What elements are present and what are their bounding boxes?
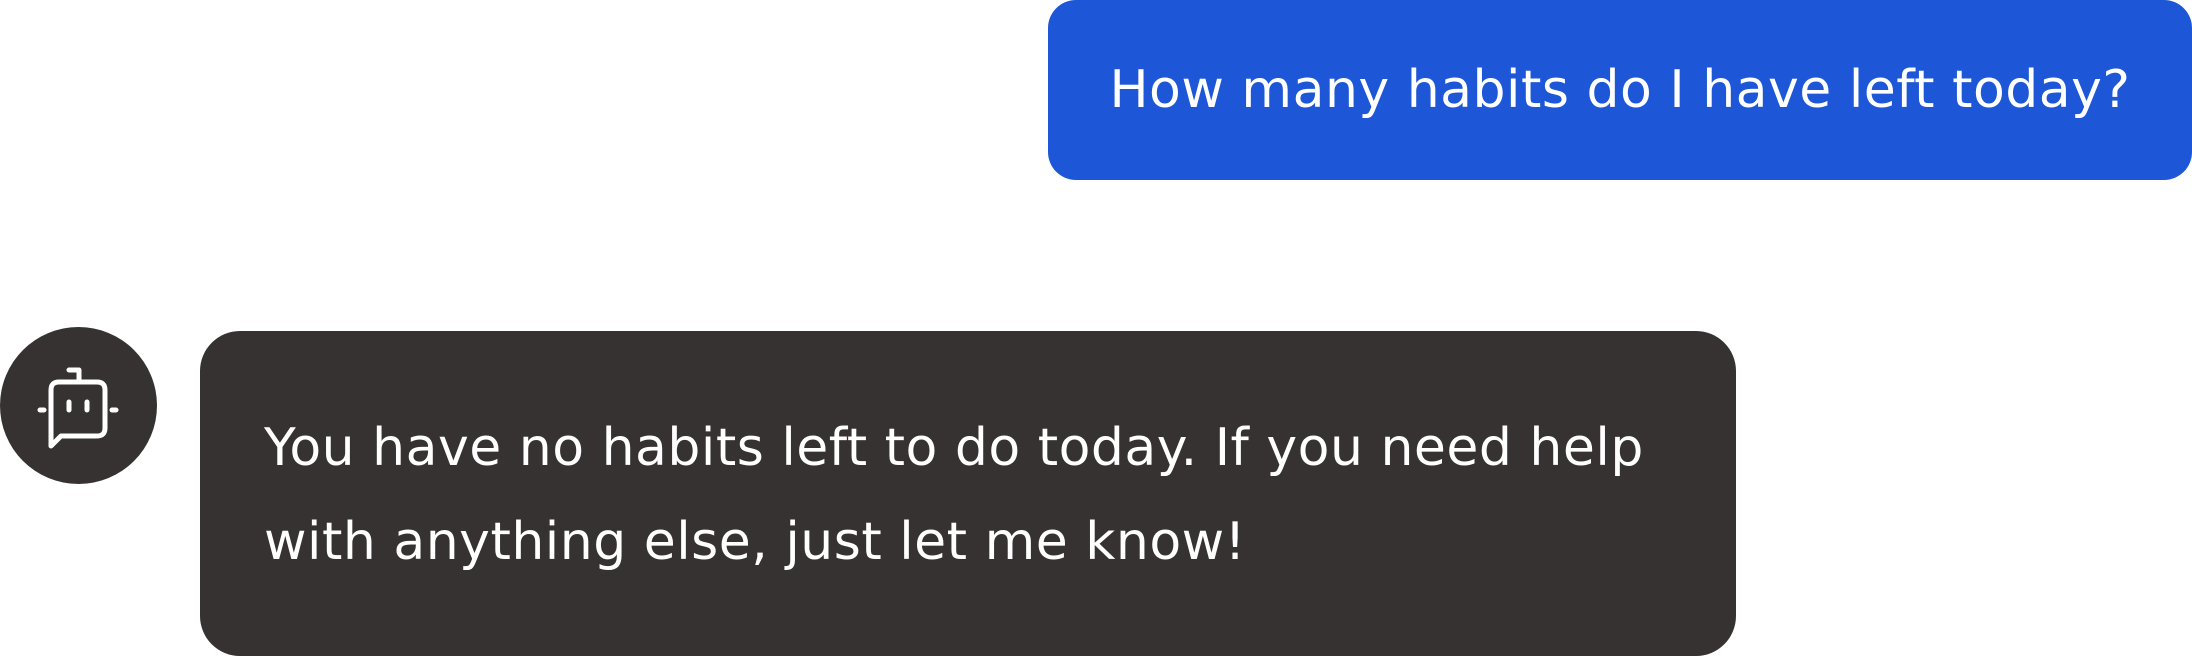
robot-chat-icon bbox=[37, 367, 118, 448]
chat-thread: How many habits do I have left today? Yo… bbox=[0, 0, 2192, 656]
user-message-text: How many habits do I have left today? bbox=[1109, 60, 2131, 120]
assistant-message-bubble: You have no habits left to do today. If … bbox=[200, 331, 1736, 656]
assistant-avatar bbox=[0, 327, 157, 484]
user-message-bubble: How many habits do I have left today? bbox=[1048, 0, 2192, 180]
assistant-message-text: You have no habits left to do today. If … bbox=[264, 418, 1644, 572]
